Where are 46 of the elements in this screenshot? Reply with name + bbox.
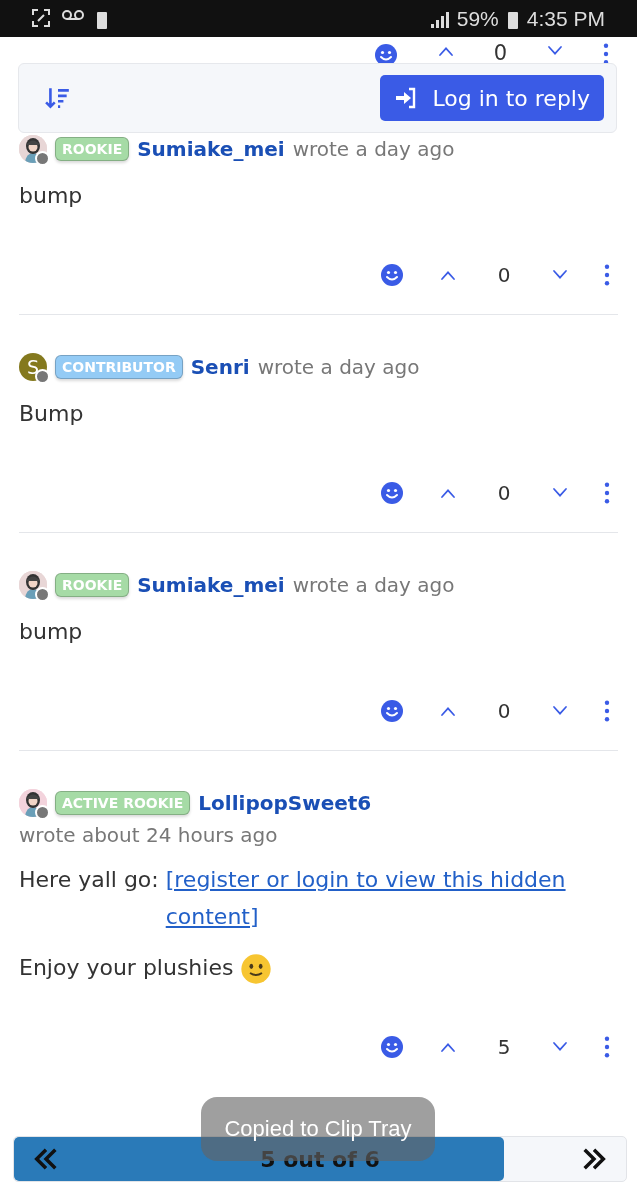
status-dot [35,587,50,602]
rank-badge: CONTRIBUTOR [55,355,183,379]
post-time: wrote a day ago [257,355,420,379]
vote-count: 0 [493,43,507,63]
clock: 4:35 PM [526,6,605,31]
more-icon[interactable] [604,700,610,722]
more-icon[interactable] [604,1036,610,1058]
voicemail-icon [62,8,84,21]
vote-count: 0 [496,481,512,505]
author-link[interactable]: LollipopSweet6 [198,791,372,815]
reaction-icon[interactable] [373,43,398,63]
post-text: Enjoy your plushies [19,955,235,980]
user-avatar[interactable]: S [19,353,47,381]
vote-count: 0 [496,699,512,723]
post-time: wrote a day ago [292,137,455,161]
post-time: wrote about 24 hours ago [19,823,278,847]
login-button[interactable]: Log in to reply [380,75,604,121]
more-icon[interactable] [604,482,610,504]
post-text: Bump [19,401,84,426]
rank-badge: ROOKIE [55,573,130,597]
reaction-icon[interactable] [380,699,404,723]
reaction-icon[interactable] [380,481,404,505]
vote-count: 5 [496,1035,512,1059]
more-icon[interactable] [603,43,609,63]
post-time: wrote a day ago [292,573,455,597]
author-link[interactable]: Sumiake_mei [137,137,285,161]
post-text: bump [19,619,83,644]
status-dot [35,151,50,166]
more-icon[interactable] [604,264,610,286]
avatar-letter: S [26,356,40,378]
screenshot-icon [32,8,50,27]
author-link[interactable]: Sumiake_mei [137,573,285,597]
battery-level: 59% [456,6,499,31]
hidden-content-link[interactable]: [register or login to view this hidden content] [165,861,618,935]
sort-icon[interactable] [45,85,71,111]
rank-badge: ROOKIE [55,137,130,161]
vote-count: 0 [496,263,512,287]
page-indicator: 5 out of 6 [260,1146,380,1172]
signal-icon [428,9,449,28]
post-text: Here yall go: [19,866,160,894]
reaction-icon[interactable] [380,1035,404,1059]
author-link[interactable]: Senri [190,355,250,379]
reaction-icon[interactable] [380,263,404,287]
status-dot [35,805,50,820]
rank-badge: ACTIVE ROOKIE [55,791,191,815]
post-text: bump [19,183,83,208]
